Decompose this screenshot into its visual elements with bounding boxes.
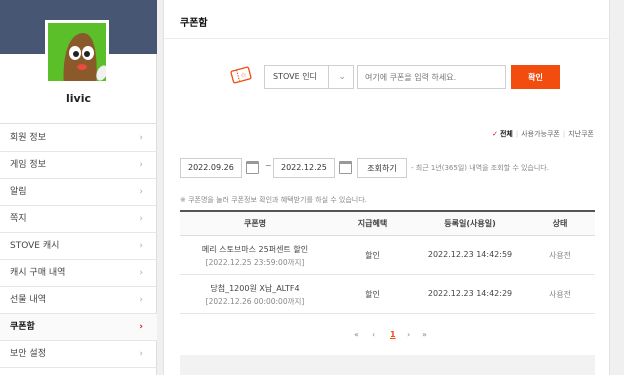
coupon-ticket-icon: ☆ xyxy=(230,66,252,84)
coupon-benefit: 할인 xyxy=(365,251,380,260)
coupon-name-link[interactable]: 당첨_1200원 X납_ALTF4 xyxy=(180,283,330,294)
sidebar-item-label: 쿠폰함 xyxy=(10,322,35,332)
coupon-status: 사용전 xyxy=(548,290,572,299)
sidebar-item-label: 게임 정보 xyxy=(10,160,46,170)
sidebar-item-security[interactable]: 보안 설정 › xyxy=(0,341,157,368)
sidebar: livic 회원 정보 › 게임 정보 › 알림 › 쪽지 › STOVE 캐시… xyxy=(0,0,157,375)
calendar-icon[interactable] xyxy=(246,161,259,174)
date-range-separator: ~ xyxy=(265,161,272,170)
coupon-code-input[interactable] xyxy=(357,65,506,89)
sidebar-item-label: 보안 설정 xyxy=(10,349,46,359)
coupon-status: 사용전 xyxy=(548,251,572,260)
platform-select-value: STOVE 인디 xyxy=(273,72,317,81)
column-header: 등록일(사용일) xyxy=(444,219,496,228)
sidebar-item-label: 캐시 구매 내역 xyxy=(10,268,66,278)
coupon-hint: ※ 쿠폰명을 눌러 쿠폰정보 확인과 혜택받기를 하실 수 있습니다. xyxy=(180,196,367,204)
page-title: 쿠폰함 xyxy=(180,18,208,29)
table-row: 메리 스토브마스 25퍼센트 할인 [2022.12.25 23:59:00까지… xyxy=(180,236,595,275)
column-header: 쿠폰명 xyxy=(243,219,267,228)
mascot-icon xyxy=(48,23,106,81)
chevron-right-icon: › xyxy=(139,349,143,359)
sidebar-item-gift-history[interactable]: 선물 내역 › xyxy=(0,287,157,314)
chevron-right-icon: › xyxy=(139,241,143,251)
footer-area xyxy=(180,355,595,375)
pager-prev[interactable]: ‹ xyxy=(372,330,375,339)
divider xyxy=(164,38,611,39)
sidebar-item-label: 쪽지 xyxy=(10,214,27,224)
coupon-benefit: 할인 xyxy=(365,290,380,299)
sidebar-item-game-info[interactable]: 게임 정보 › xyxy=(0,152,157,179)
filter-available[interactable]: 사용가능쿠폰 xyxy=(521,130,560,138)
coupon-filter-tabs: ✓ 전체 | 사용가능쿠폰 | 지난쿠폰 xyxy=(492,129,594,139)
pager-current-page[interactable]: 1 xyxy=(390,330,396,339)
divider xyxy=(328,66,329,88)
sidebar-item-stove-cash[interactable]: STOVE 캐시 › xyxy=(0,233,157,260)
sidebar-item-label: 회원 정보 xyxy=(10,133,46,143)
coupon-expiry: [2022.12.25 23:59:00까지] xyxy=(205,258,305,267)
chevron-right-icon: › xyxy=(139,214,143,224)
pager-last[interactable]: » xyxy=(422,330,427,339)
date-range-note: - 최근 1년(365일) 내역을 조회할 수 있습니다. xyxy=(411,164,549,172)
pager-first[interactable]: « xyxy=(354,330,359,339)
coupon-name-link[interactable]: 메리 스토브마스 25퍼센트 할인 xyxy=(180,244,330,255)
sidebar-item-label: 선물 내역 xyxy=(10,295,46,305)
filter-past[interactable]: 지난쿠폰 xyxy=(568,130,594,138)
coupon-registered-date: 2022.12.23 14:42:59 xyxy=(427,250,513,259)
sidebar-item-label: STOVE 캐시 xyxy=(10,241,60,251)
divider: | xyxy=(515,130,519,138)
sidebar-item-label: 알림 xyxy=(10,187,27,197)
chevron-right-icon: › xyxy=(139,268,143,278)
chevron-right-icon: › xyxy=(139,322,143,332)
column-header: 상태 xyxy=(552,219,568,228)
profile-card: livic xyxy=(0,0,157,124)
date-to-field[interactable]: 2022.12.25 xyxy=(273,158,335,178)
lookup-button[interactable]: 조회하기 xyxy=(357,158,407,178)
pager-next[interactable]: › xyxy=(407,330,410,339)
table-row: 당첨_1200원 X납_ALTF4 [2022.12.26 00:00:00까지… xyxy=(180,275,595,314)
coupon-expiry: [2022.12.26 00:00:00까지] xyxy=(205,297,305,306)
confirm-button[interactable]: 확인 xyxy=(511,65,560,89)
chevron-right-icon: › xyxy=(139,133,143,143)
table-header: 쿠폰명 지급혜택 등록일(사용일) 상태 xyxy=(180,212,595,236)
date-from-field[interactable]: 2022.09.26 xyxy=(180,158,242,178)
chevron-down-icon: ⌄ xyxy=(338,72,346,82)
sidebar-item-cash-purchase-history[interactable]: 캐시 구매 내역 › xyxy=(0,260,157,287)
filter-all[interactable]: 전체 xyxy=(500,130,513,138)
coupon-panel: 쿠폰함 ☆ STOVE 인디 ⌄ 확인 ✓전체|사용가능쿠폰|지난쿠폰 2022… xyxy=(163,0,611,375)
sidebar-item-messages[interactable]: 쪽지 › xyxy=(0,206,157,233)
chevron-right-icon: › xyxy=(139,187,143,197)
chevron-right-icon: › xyxy=(139,160,143,170)
chevron-right-icon: › xyxy=(139,295,143,305)
check-icon: ✓ xyxy=(492,130,498,138)
platform-select[interactable]: STOVE 인디 ⌄ xyxy=(264,65,354,89)
divider: | xyxy=(562,130,566,138)
coupon-registered-date: 2022.12.23 14:42:29 xyxy=(427,289,513,298)
coupon-table: 쿠폰명 지급혜택 등록일(사용일) 상태 메리 스토브마스 25퍼센트 할인 [… xyxy=(180,210,595,314)
calendar-icon[interactable] xyxy=(339,161,352,174)
column-header: 지급혜택 xyxy=(357,219,388,228)
sidebar-item-member-info[interactable]: 회원 정보 › xyxy=(0,125,157,152)
sidebar-item-notifications[interactable]: 알림 › xyxy=(0,179,157,206)
avatar[interactable] xyxy=(45,20,109,84)
username: livic xyxy=(65,92,91,105)
sidebar-item-coupons[interactable]: 쿠폰함 › xyxy=(0,314,157,341)
